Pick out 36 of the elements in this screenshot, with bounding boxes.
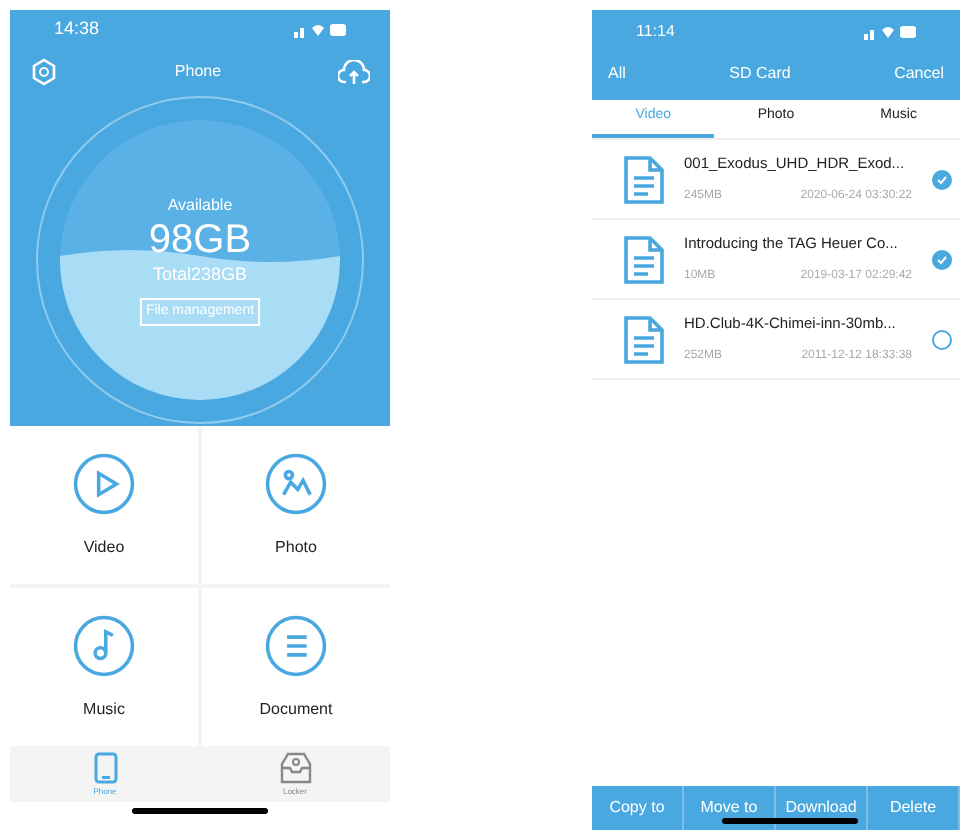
category-label: Music bbox=[83, 697, 125, 721]
document-icon bbox=[624, 155, 664, 203]
photo-icon bbox=[264, 451, 328, 515]
status-icons bbox=[864, 24, 916, 40]
available-label: Available bbox=[167, 194, 233, 218]
cloud-upload-icon[interactable] bbox=[337, 59, 370, 85]
cancel-button[interactable]: Cancel bbox=[894, 62, 944, 86]
action-button[interactable]: Delete bbox=[868, 786, 960, 830]
screen-title: SD Card bbox=[729, 62, 791, 86]
status-time: 14:38 bbox=[54, 16, 100, 43]
category-label: Photo bbox=[275, 535, 317, 559]
status-time: 11:14 bbox=[636, 20, 675, 44]
document-icon bbox=[624, 315, 664, 363]
home-indicator bbox=[132, 808, 268, 814]
inbox-icon bbox=[277, 751, 313, 783]
phone-icon bbox=[93, 751, 117, 783]
document-icon bbox=[264, 613, 328, 677]
settings-icon[interactable] bbox=[30, 58, 58, 86]
category-tile[interactable]: Document bbox=[202, 588, 390, 746]
video-icon bbox=[72, 451, 136, 515]
total-space: Total238GB bbox=[152, 262, 248, 288]
category-label: Video bbox=[83, 535, 125, 559]
screen-title: Phone bbox=[174, 60, 222, 84]
checked-circle[interactable] bbox=[932, 169, 952, 189]
home-indicator bbox=[722, 818, 858, 824]
category-tile[interactable]: Video bbox=[10, 426, 198, 584]
status-icons bbox=[294, 22, 346, 38]
document-icon bbox=[624, 235, 664, 283]
free-space: 98GB bbox=[148, 218, 252, 262]
select-all-button[interactable]: All bbox=[608, 62, 626, 86]
action-button[interactable]: Copy to bbox=[592, 786, 684, 830]
category-label: Document bbox=[259, 697, 333, 721]
checked-circle[interactable] bbox=[932, 249, 952, 269]
category-tile[interactable]: Music bbox=[10, 588, 198, 746]
music-icon bbox=[72, 613, 136, 677]
category-tile[interactable]: Photo bbox=[202, 426, 390, 584]
